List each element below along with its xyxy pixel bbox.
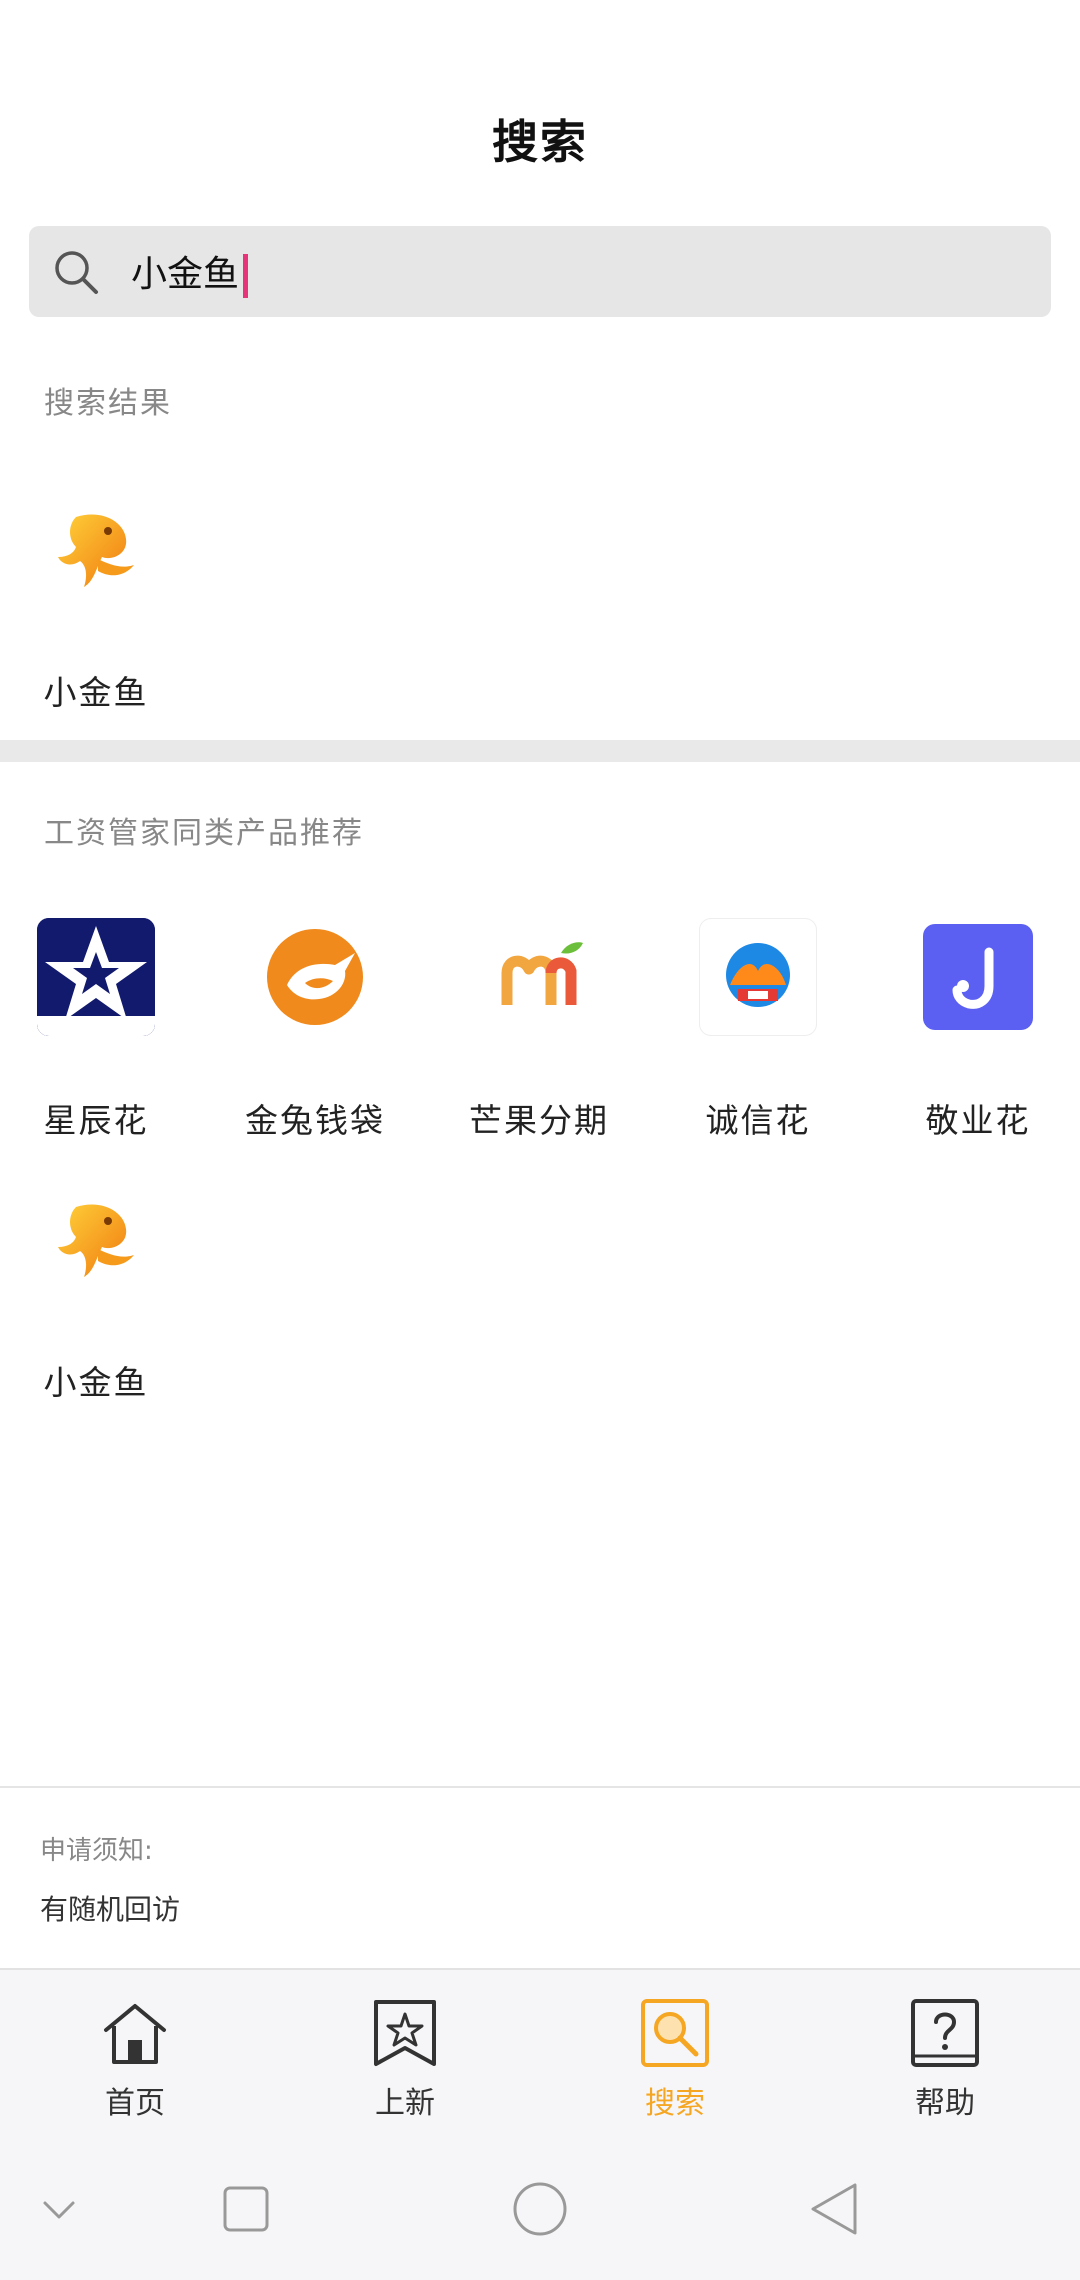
section-divider [0,740,1080,762]
handshake-logo-icon [699,918,817,1036]
tab-search[interactable]: 搜索 [540,1970,810,2136]
app-name: 诚信花 [705,1101,811,1140]
recommend-section-label: 工资管家同类产品推荐 [44,816,364,851]
collapse-chevron-icon[interactable] [24,2174,94,2244]
home-nav-icon[interactable] [505,2174,575,2244]
app-name: 小金鱼 [43,1363,149,1402]
mango-logo-icon [480,918,598,1036]
tab-label: 帮助 [915,2086,975,2121]
notice-text: 有随机回访 [40,1893,181,1926]
notice-title: 申请须知: [40,1836,153,1866]
result-item-goldfish[interactable]: 小金鱼 [6,490,186,714]
recommend-item-chengxinhua[interactable]: 诚信花 [668,918,848,1142]
rabbit-logo-icon [256,918,374,1036]
app-name: 小金鱼 [43,673,149,712]
letter-j-logo-icon [919,918,1037,1036]
tab-label: 上新 [375,2086,435,2121]
app-name: 星辰花 [43,1101,149,1140]
recent-apps-icon[interactable] [211,2174,281,2244]
recommend-item-jintuqiandai[interactable]: 金兔钱袋 [225,918,405,1142]
app-name: 芒果分期 [469,1101,609,1140]
bottom-tab-bar: 首页 上新 搜索 帮助 [0,1968,1080,2136]
goldfish-icon [37,490,155,608]
bookmark-star-icon [370,1998,440,2068]
recommend-item-goldfish[interactable]: 小金鱼 [6,1180,186,1404]
tab-new[interactable]: 上新 [270,1970,540,2136]
title-bar: 搜索 [0,0,1080,210]
application-notice: 申请须知: 有随机回访 [0,1786,1080,1970]
tab-label: 首页 [105,2086,165,2121]
app-name: 金兔钱袋 [245,1101,385,1140]
goldfish-icon [37,1180,155,1298]
search-query-text: 小金鱼 [131,254,240,295]
search-tab-icon [640,1998,710,2068]
home-icon [100,1998,170,2068]
back-triangle-icon[interactable] [800,2174,870,2244]
recommend-item-mangguofenqi[interactable]: 芒果分期 [449,918,629,1142]
tab-home[interactable]: 首页 [0,1970,270,2136]
system-nav-bar [0,2136,1080,2280]
tab-label: 搜索 [645,2086,705,2121]
star-logo-icon [37,918,155,1036]
search-icon [47,243,105,301]
tab-help[interactable]: 帮助 [810,1970,1080,2136]
page-title: 搜索 [492,115,588,169]
recommend-item-jingyehua[interactable]: 敬业花 [888,918,1068,1142]
app-name: 敬业花 [925,1101,1031,1140]
search-input[interactable]: 小金鱼 [29,226,1051,317]
recommend-item-xingchenhua[interactable]: 星辰花 [6,918,186,1142]
search-query: 小金鱼 [131,245,249,298]
text-caret [243,254,249,298]
help-icon [910,1998,980,2068]
results-section-label: 搜索结果 [44,386,172,421]
